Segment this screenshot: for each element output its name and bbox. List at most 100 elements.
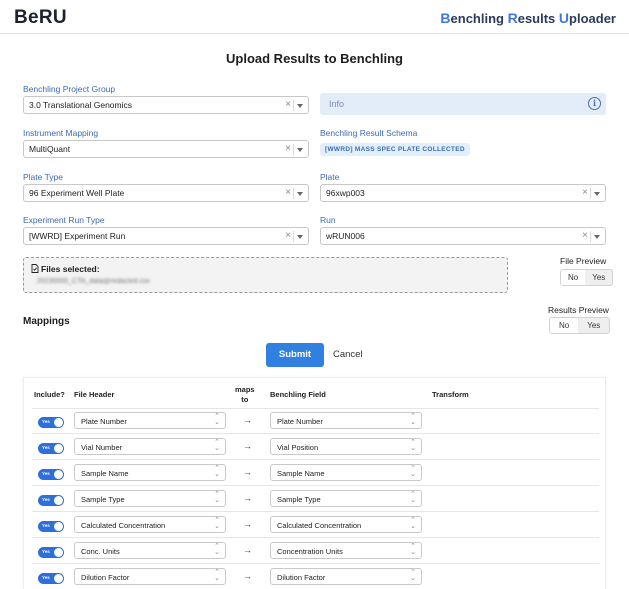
row-divider xyxy=(32,485,599,486)
plate-select[interactable]: 96xwp003 × xyxy=(320,184,606,202)
submit-button[interactable]: Submit xyxy=(266,343,324,367)
benchling-field-value: Vial Position xyxy=(277,443,319,452)
sort-arrows-icon: ⌃ ⌄ xyxy=(214,491,220,504)
chevron-down-icon[interactable] xyxy=(297,104,303,108)
select-separator xyxy=(293,100,294,111)
file-header-select[interactable]: Sample Type ⌃ ⌄ xyxy=(74,490,226,507)
sort-arrows-icon: ⌃ ⌄ xyxy=(214,543,220,556)
benchling-field-value: Plate Number xyxy=(277,417,323,426)
include-toggle[interactable]: Yes xyxy=(38,417,64,428)
include-toggle[interactable]: Yes xyxy=(38,521,64,532)
sort-arrows-icon: ⌃ ⌄ xyxy=(410,491,416,504)
file-header-select[interactable]: Plate Number ⌃ ⌄ xyxy=(74,412,226,429)
file-header-select[interactable]: Vial Number ⌃ ⌄ xyxy=(74,438,226,455)
project-group-select[interactable]: 3.0 Translational Genomics × xyxy=(23,96,309,114)
sort-arrows-icon: ⌃ ⌄ xyxy=(214,413,220,426)
file-preview-no[interactable]: No xyxy=(561,270,586,285)
sort-arrows-icon: ⌃ ⌄ xyxy=(214,439,220,452)
chevron-down-icon[interactable] xyxy=(297,148,303,152)
maps-to-line-2: to xyxy=(241,395,249,404)
page-title: Upload Results to Benchling xyxy=(226,51,403,66)
clear-icon[interactable]: × xyxy=(285,187,291,198)
file-header-select[interactable]: Calculated Concentration ⌃ ⌄ xyxy=(74,516,226,533)
arrow-right-icon: → xyxy=(243,519,252,529)
clear-icon[interactable]: × xyxy=(582,230,588,241)
toggle-knob xyxy=(54,418,63,427)
clear-icon[interactable]: × xyxy=(582,187,588,198)
select-separator xyxy=(590,231,591,242)
file-header-value: Conc. Units xyxy=(81,547,120,556)
sort-arrows-icon: ⌃ ⌄ xyxy=(410,413,416,426)
file-preview-toggle[interactable]: No Yes xyxy=(560,269,614,286)
select-separator xyxy=(293,231,294,242)
results-preview-no[interactable]: No xyxy=(550,318,579,333)
include-toggle[interactable]: Yes xyxy=(38,495,64,506)
files-selected-title: Files selected: xyxy=(31,264,100,274)
file-preview-yes[interactable]: Yes xyxy=(585,270,612,285)
file-header-select[interactable]: Dilution Factor ⌃ ⌄ xyxy=(74,568,226,585)
results-preview-yes[interactable]: Yes xyxy=(578,318,609,333)
benchling-field-value: Sample Type xyxy=(277,495,321,504)
benchling-field-select[interactable]: Dilution Factor ⌃ ⌄ xyxy=(270,568,422,585)
file-header-select[interactable]: Sample Name ⌃ ⌄ xyxy=(74,464,226,481)
benchling-field-select[interactable]: Calculated Concentration ⌃ ⌄ xyxy=(270,516,422,533)
tagline-word-1: enchling xyxy=(450,11,508,26)
col-header-benchling-field: Benchling Field xyxy=(270,390,326,399)
include-toggle[interactable]: Yes xyxy=(38,547,64,558)
app-logo[interactable]: BeRU xyxy=(14,7,67,29)
file-preview-label: File Preview xyxy=(560,256,607,266)
benchling-field-select[interactable]: Sample Type ⌃ ⌄ xyxy=(270,490,422,507)
row-divider xyxy=(32,537,599,538)
arrow-right-icon: → xyxy=(243,545,252,555)
benchling-field-select[interactable]: Plate Number ⌃ ⌄ xyxy=(270,412,422,429)
benchling-field-value: Concentration Units xyxy=(277,547,343,556)
clear-icon[interactable]: × xyxy=(285,99,291,110)
results-preview-toggle[interactable]: No Yes xyxy=(549,317,611,334)
file-dropzone[interactable]: Files selected: 20230000_CTA_data@redact… xyxy=(23,257,508,293)
include-toggle[interactable]: Yes xyxy=(38,573,64,584)
tagline-word-3: ploader xyxy=(569,11,616,26)
plate-type-value: 96 Experiment Well Plate xyxy=(29,188,125,198)
arrow-right-icon: → xyxy=(243,467,252,477)
file-header-select[interactable]: Conc. Units ⌃ ⌄ xyxy=(74,542,226,559)
toggle-yes-label: Yes xyxy=(42,419,50,424)
col-header-include: Include? xyxy=(34,390,65,399)
toggle-yes-label: Yes xyxy=(42,471,50,476)
chevron-down-icon[interactable] xyxy=(297,192,303,196)
chevron-down-icon[interactable] xyxy=(297,235,303,239)
sort-arrows-icon: ⌃ ⌄ xyxy=(410,465,416,478)
benchling-field-select[interactable]: Concentration Units ⌃ ⌄ xyxy=(270,542,422,559)
project-group-value: 3.0 Translational Genomics xyxy=(29,100,132,110)
sort-arrows-icon: ⌃ ⌄ xyxy=(410,439,416,452)
include-toggle[interactable]: Yes xyxy=(38,469,64,480)
toggle-knob xyxy=(54,548,63,557)
result-schema-badge: [WWRD] MASS SPEC PLATE COLLECTED xyxy=(320,143,470,156)
clear-icon[interactable]: × xyxy=(285,143,291,154)
toggle-knob xyxy=(54,574,63,583)
instrument-mapping-select[interactable]: MultiQuant × xyxy=(23,140,309,158)
tagline-word-2: esults xyxy=(517,11,559,26)
maps-to-line-1: maps xyxy=(235,385,255,394)
chevron-down-icon[interactable] xyxy=(594,192,600,196)
file-header-value: Calculated Concentration xyxy=(81,521,166,530)
chevron-down-icon[interactable] xyxy=(594,235,600,239)
benchling-field-select[interactable]: Vial Position ⌃ ⌄ xyxy=(270,438,422,455)
row-divider xyxy=(32,511,599,512)
toggle-yes-label: Yes xyxy=(42,549,50,554)
include-toggle[interactable]: Yes xyxy=(38,443,64,454)
info-icon[interactable]: i xyxy=(588,97,601,110)
plate-type-select[interactable]: 96 Experiment Well Plate × xyxy=(23,184,309,202)
clear-icon[interactable]: × xyxy=(285,230,291,241)
toggle-knob xyxy=(54,444,63,453)
benchling-field-select[interactable]: Sample Name ⌃ ⌄ xyxy=(270,464,422,481)
run-select[interactable]: wRUN006 × xyxy=(320,227,606,245)
experiment-run-type-select[interactable]: [WWRD] Experiment Run × xyxy=(23,227,309,245)
arrow-right-icon: → xyxy=(243,493,252,503)
info-text: Info xyxy=(329,99,345,109)
mappings-table: Include? File Header maps to Benchling F… xyxy=(23,377,606,589)
toggle-yes-label: Yes xyxy=(42,445,50,450)
tagline-cap-r: R xyxy=(507,10,518,26)
sort-arrows-icon: ⌃ ⌄ xyxy=(214,569,220,582)
run-value: wRUN006 xyxy=(326,231,365,241)
cancel-button[interactable]: Cancel xyxy=(333,349,363,360)
